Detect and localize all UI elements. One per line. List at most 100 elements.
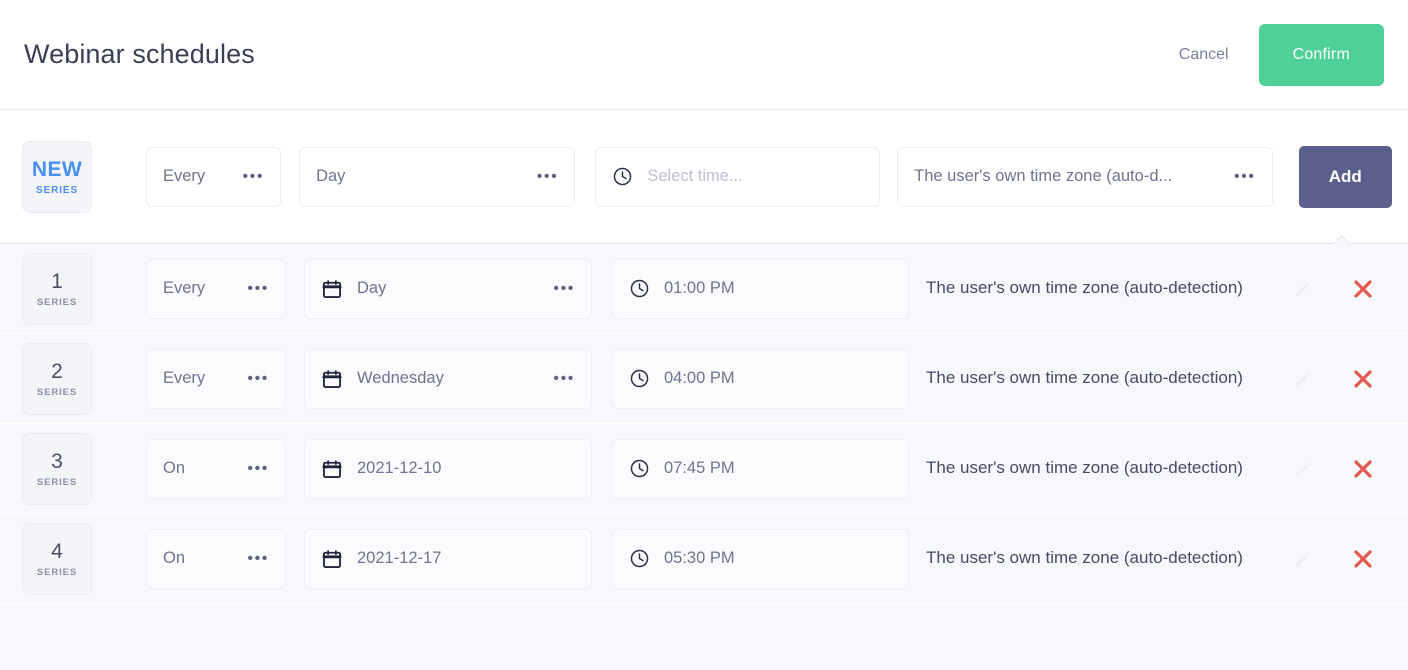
more-dots-icon: •••: [242, 167, 265, 185]
when-select-value: 2021-12-10: [357, 459, 442, 477]
timezone-value: The user's own time zone (auto-detection…: [926, 548, 1243, 568]
row-actions: [1288, 362, 1392, 396]
pencil-icon: [1295, 551, 1311, 566]
clock-icon: [629, 548, 650, 569]
recurrence-select[interactable]: Every •••: [146, 348, 286, 409]
more-dots-icon: •••: [247, 459, 269, 477]
series-badge-subtitle: SERIES: [36, 566, 78, 578]
edit-row-button[interactable]: [1288, 454, 1318, 484]
when-select[interactable]: Wednesday •••: [304, 348, 592, 409]
time-input-value: 01:00 PM: [664, 279, 735, 297]
recurrence-select-value: On: [163, 459, 186, 477]
close-icon: [1354, 279, 1372, 298]
timezone-value: The user's own time zone (auto-detection…: [926, 368, 1243, 388]
time-input[interactable]: 05:30 PM: [612, 528, 909, 589]
calendar-icon: [321, 548, 343, 570]
series-badge-number: 1: [51, 269, 63, 293]
webinar-schedules-dialog: Webinar schedules Cancel Confirm NEW SER…: [0, 0, 1408, 670]
recurrence-select-value: Every: [163, 167, 206, 185]
clock-icon: [629, 458, 650, 479]
new-series-badge-title: NEW: [31, 157, 83, 181]
close-icon: [1354, 459, 1372, 478]
series-badge-number: 3: [51, 449, 63, 473]
timezone-value: The user's own time zone (auto-detection…: [926, 458, 1243, 478]
row-actions: [1288, 542, 1392, 576]
edit-row-button[interactable]: [1288, 364, 1318, 394]
edit-row-button[interactable]: [1288, 544, 1318, 574]
calendar-icon: [321, 278, 343, 300]
pencil-icon: [1295, 371, 1311, 386]
new-series-badge: NEW SERIES: [22, 140, 92, 213]
edit-row-button[interactable]: [1288, 274, 1318, 304]
confirm-button[interactable]: Confirm: [1258, 23, 1384, 86]
time-input-value: 07:45 PM: [664, 459, 735, 477]
recurrence-select[interactable]: On •••: [146, 438, 286, 499]
timezone-select-value: The user's own time zone (auto-d...: [914, 167, 1173, 185]
delete-row-button[interactable]: [1346, 362, 1380, 396]
delete-row-button[interactable]: [1346, 272, 1380, 306]
time-input[interactable]: 01:00 PM: [612, 258, 909, 319]
series-badge: 2 SERIES: [22, 342, 92, 415]
recurrence-select[interactable]: Every •••: [146, 146, 282, 207]
when-select[interactable]: Day •••: [304, 258, 592, 319]
cancel-button[interactable]: Cancel: [1175, 38, 1233, 72]
series-badge-subtitle: SERIES: [36, 476, 78, 488]
recurrence-select-value: Every: [163, 369, 206, 387]
more-dots-icon: •••: [247, 549, 269, 567]
time-input[interactable]: 07:45 PM: [612, 438, 909, 499]
calendar-icon: [321, 458, 343, 480]
delete-row-button[interactable]: [1346, 452, 1380, 486]
series-badge: 1 SERIES: [22, 252, 92, 325]
more-dots-icon: •••: [247, 369, 269, 387]
table-row: 3 SERIES On ••• 2021-12-10 07:45 PM The …: [0, 424, 1408, 514]
time-input-value: 05:30 PM: [664, 549, 735, 567]
when-select-value: Day: [316, 167, 346, 185]
close-icon: [1354, 549, 1372, 568]
time-input-value: 04:00 PM: [664, 369, 735, 387]
more-dots-icon: •••: [536, 167, 559, 185]
more-dots-icon: •••: [247, 279, 269, 297]
series-badge-subtitle: SERIES: [36, 296, 78, 308]
when-select[interactable]: 2021-12-10: [304, 438, 592, 499]
row-actions: [1288, 452, 1392, 486]
more-dots-icon: •••: [553, 279, 575, 297]
when-select-value: Wednesday: [357, 369, 444, 387]
page-title: Webinar schedules: [24, 39, 255, 69]
more-dots-icon: •••: [553, 369, 575, 387]
timezone-value: The user's own time zone (auto-detection…: [926, 278, 1243, 298]
close-icon: [1354, 369, 1372, 388]
dialog-header: Webinar schedules Cancel Confirm: [0, 0, 1408, 110]
timezone-select[interactable]: The user's own time zone (auto-d... •••: [897, 146, 1273, 207]
delete-row-button[interactable]: [1346, 542, 1380, 576]
when-select-value: 2021-12-17: [357, 549, 442, 567]
when-select[interactable]: Day •••: [299, 146, 576, 207]
clock-icon: [629, 368, 650, 389]
recurrence-select-value: On: [163, 549, 186, 567]
when-select-value: Day: [357, 279, 387, 297]
row-actions: [1288, 272, 1392, 306]
new-series-composer: NEW SERIES Every ••• Day ••• Select time…: [0, 110, 1408, 243]
header-actions: Cancel Confirm: [1175, 23, 1384, 86]
more-dots-icon: •••: [1233, 167, 1256, 185]
recurrence-select[interactable]: On •••: [146, 528, 286, 589]
series-badge: 3 SERIES: [22, 432, 92, 505]
list-pointer-notch: [1333, 235, 1351, 244]
table-row: 2 SERIES Every ••• Wednesday ••• 04:00 P…: [0, 334, 1408, 424]
clock-icon: [612, 166, 633, 187]
pencil-icon: [1295, 461, 1311, 476]
time-input-placeholder: Select time...: [647, 167, 743, 185]
series-badge-number: 4: [51, 539, 63, 563]
series-badge: 4 SERIES: [22, 522, 92, 595]
add-button[interactable]: Add: [1298, 145, 1392, 208]
pencil-icon: [1295, 281, 1311, 296]
table-row: 4 SERIES On ••• 2021-12-17 05:30 PM The …: [0, 514, 1408, 604]
clock-icon: [629, 278, 650, 299]
recurrence-select[interactable]: Every •••: [146, 258, 286, 319]
table-row: 1 SERIES Every ••• Day ••• 01:00 PM The …: [0, 244, 1408, 334]
time-input[interactable]: Select time...: [595, 146, 881, 207]
when-select[interactable]: 2021-12-17: [304, 528, 592, 589]
series-badge-number: 2: [51, 359, 63, 383]
new-series-badge-subtitle: SERIES: [35, 184, 79, 196]
series-badge-subtitle: SERIES: [36, 386, 78, 398]
time-input[interactable]: 04:00 PM: [612, 348, 909, 409]
